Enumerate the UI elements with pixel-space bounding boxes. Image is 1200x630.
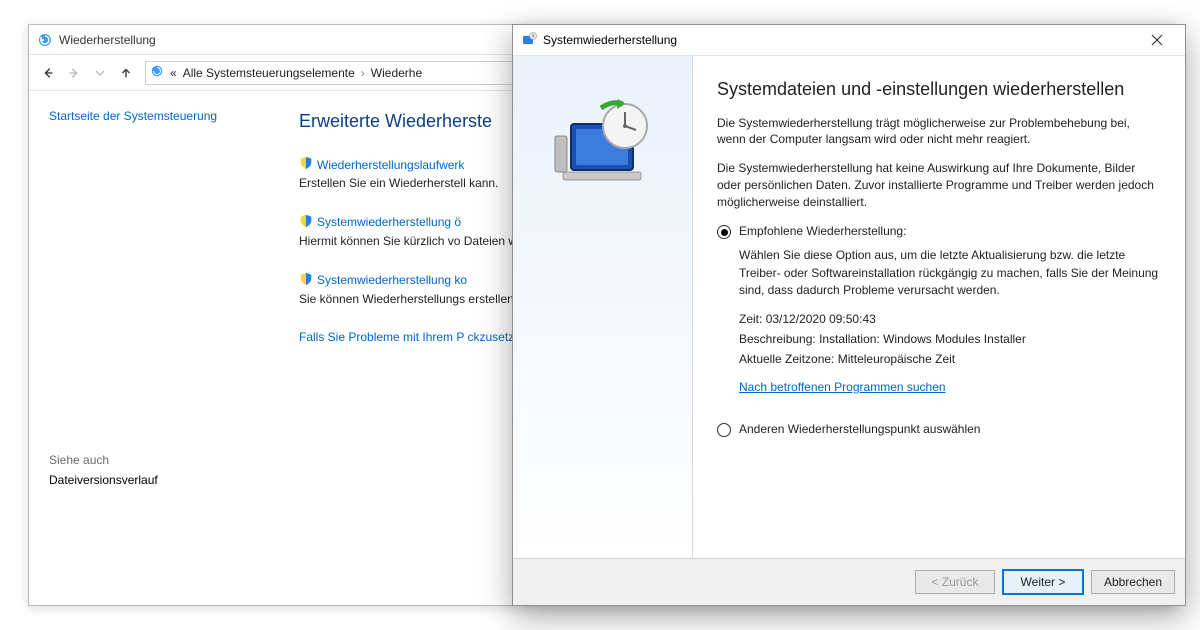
sidebar-home-link[interactable]: Startseite der Systemsteuerung [49,109,269,123]
system-restore-dialog: Systemwiederherstellung [512,24,1186,606]
dialog-paragraph: Die Systemwiederherstellung trägt möglic… [717,115,1161,149]
nav-forward-button[interactable] [61,60,87,86]
nav-back-button[interactable] [35,60,61,86]
next-button[interactable]: Weiter > [1003,570,1083,594]
see-also-label: Siehe auch [49,453,269,467]
dialog-heading: Systemdateien und -einstellungen wiederh… [717,78,1161,101]
option-label: Anderen Wiederherstellungspunkt auswähle… [739,422,980,436]
recovery-drive-link[interactable]: Wiederherstellungslaufwerk [317,158,464,172]
chevron-right-icon: › [361,66,365,80]
recovery-icon [150,64,164,81]
recovery-icon [37,32,53,48]
restore-timezone: Aktuelle Zeitzone: Mitteleuropäische Zei… [739,352,1161,366]
nav-up-button[interactable] [113,60,139,86]
breadcrumb-overflow[interactable]: « [170,66,177,80]
option-choose-different[interactable]: Anderen Wiederherstellungspunkt auswähle… [717,422,1161,437]
open-system-restore-link[interactable]: Systemwiederherstellung ö [317,215,461,229]
dialog-side-panel [513,56,693,558]
option-description: Wählen Sie diese Option aus, um die letz… [739,247,1161,299]
system-restore-icon [521,32,537,48]
nav-history-dropdown[interactable] [87,60,113,86]
see-also-link[interactable]: Dateiversionsverlauf [49,473,269,487]
option-recommended[interactable]: Empfohlene Wiederherstellung: [717,224,1161,239]
dialog-title: Systemwiederherstellung [543,33,677,47]
configure-system-restore-link[interactable]: Systemwiederherstellung ko [317,273,467,287]
dialog-content: Systemdateien und -einstellungen wiederh… [693,56,1185,558]
restore-description: Beschreibung: Installation: Windows Modu… [739,332,1161,346]
control-panel-title: Wiederherstellung [59,33,156,47]
option-label: Empfohlene Wiederherstellung: [739,224,906,238]
system-restore-illustration [543,86,663,206]
dialog-paragraph: Die Systemwiederherstellung hat keine Au… [717,160,1161,210]
dialog-footer: < Zurück Weiter > Abbrechen [513,559,1185,605]
shield-icon [299,272,313,289]
back-button[interactable]: < Zurück [915,570,995,594]
restore-time: Zeit: 03/12/2020 09:50:43 [739,312,1161,326]
breadcrumb-item[interactable]: Alle Systemsteuerungselemente [183,66,355,80]
shield-icon [299,214,313,231]
radio-icon[interactable] [717,423,731,437]
cancel-button[interactable]: Abbrechen [1091,570,1175,594]
scan-affected-programs-link[interactable]: Nach betroffenen Programmen suchen [739,380,946,394]
dialog-titlebar[interactable]: Systemwiederherstellung [513,25,1185,55]
control-panel-sidebar: Startseite der Systemsteuerung Siehe auc… [29,91,289,605]
shield-icon [299,156,313,173]
breadcrumb-item[interactable]: Wiederhe [371,66,422,80]
radio-icon[interactable] [717,225,731,239]
close-button[interactable] [1137,27,1177,53]
